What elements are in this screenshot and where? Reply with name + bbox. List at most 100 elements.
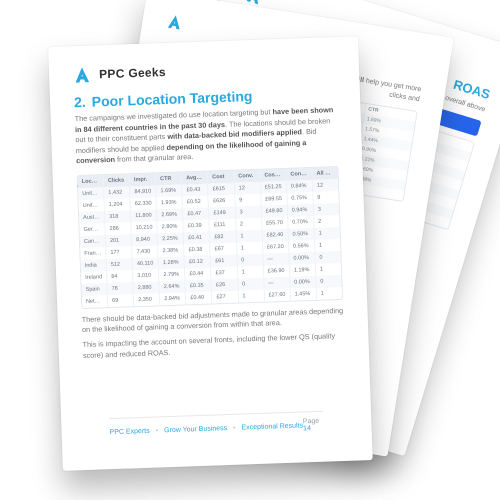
cell: 1 bbox=[314, 227, 339, 240]
cell: £69.55 bbox=[261, 193, 287, 206]
cell: 2.69% bbox=[157, 208, 183, 221]
cell: 0 bbox=[237, 254, 263, 267]
cell: 12 bbox=[313, 179, 338, 192]
cell: 1 bbox=[316, 263, 341, 276]
cell: 10,210 bbox=[131, 221, 157, 234]
cell: £51.25 bbox=[261, 181, 287, 194]
cell: 0.84% bbox=[287, 180, 313, 193]
col-header: Avg. CPC bbox=[182, 171, 208, 184]
page-1: PPC Geeks 2. Poor Location Targeting The… bbox=[48, 36, 373, 471]
cell: £0.41 bbox=[184, 231, 210, 244]
col-header: CTR bbox=[156, 172, 182, 185]
footer-links: PPC Experts • Grow Your Business • Excep… bbox=[109, 422, 303, 436]
cell: 0.00% bbox=[290, 276, 316, 289]
cell: £0.35 bbox=[186, 279, 212, 292]
cell: 2.64% bbox=[160, 280, 186, 293]
cell: £61 bbox=[211, 254, 237, 267]
cell: 1 bbox=[317, 287, 342, 300]
logo-a-icon bbox=[166, 13, 184, 31]
section-number: 2. bbox=[74, 94, 86, 110]
cell: India bbox=[81, 259, 107, 272]
cell: £55.70 bbox=[262, 217, 288, 230]
footer-link[interactable]: PPC Experts bbox=[109, 427, 149, 435]
cell: 2.94% bbox=[160, 292, 186, 305]
cell: £0.39 bbox=[184, 219, 210, 232]
cell: £0.52 bbox=[183, 195, 209, 208]
cell: Canada bbox=[80, 235, 106, 248]
cell: — bbox=[263, 253, 289, 266]
cell: £626 bbox=[209, 195, 235, 208]
brand-name: PPC Geeks bbox=[99, 65, 166, 81]
cell: 12 bbox=[235, 182, 261, 195]
cell: 0.56% bbox=[289, 240, 315, 253]
cell: 512 bbox=[107, 258, 133, 271]
dot-separator: • bbox=[156, 427, 159, 434]
cell: £82 bbox=[210, 231, 236, 244]
cell: 7,430 bbox=[132, 245, 158, 258]
cell: 318 bbox=[105, 210, 131, 223]
cell: 0 bbox=[315, 251, 340, 264]
locations-table-wrap: ? LocationClicksImpr.CTRAvg. CPCCostConv… bbox=[77, 166, 344, 309]
cell: 0.75% bbox=[287, 192, 313, 205]
footer-link[interactable]: Exceptional Results bbox=[241, 422, 303, 431]
cell: 1 bbox=[237, 242, 263, 255]
cell: £67 bbox=[211, 242, 237, 255]
cell: 1.19% bbox=[290, 264, 316, 277]
cell: Germany bbox=[79, 223, 105, 236]
col-header: Location bbox=[78, 175, 104, 188]
cell: £0.38 bbox=[184, 243, 210, 256]
cell: £0.43 bbox=[182, 183, 208, 196]
cell: £149 bbox=[209, 207, 235, 220]
cell: 2.25% bbox=[158, 232, 184, 245]
cell: £0.47 bbox=[183, 207, 209, 220]
locations-table: LocationClicksImpr.CTRAvg. CPCCostConv.C… bbox=[77, 166, 344, 309]
cell: £82.40 bbox=[262, 229, 288, 242]
cell: 1 bbox=[236, 230, 262, 243]
col-header: All conv. bbox=[312, 167, 337, 180]
cell: £615 bbox=[208, 183, 234, 196]
col-header: Impr. bbox=[130, 173, 156, 186]
cell: 286 bbox=[105, 222, 131, 235]
cell: 2,880 bbox=[134, 281, 160, 294]
cell: United States bbox=[78, 199, 104, 212]
cell: 2.79% bbox=[159, 268, 185, 281]
col-header: Cost bbox=[208, 171, 234, 184]
cell: 9 bbox=[313, 191, 338, 204]
cell: — bbox=[264, 277, 290, 290]
cell: 11,800 bbox=[131, 209, 157, 222]
cell: £0.40 bbox=[186, 291, 212, 304]
cell: 84 bbox=[107, 270, 133, 283]
cell: 1,204 bbox=[105, 198, 131, 211]
cell: 2 bbox=[314, 215, 339, 228]
cell: 76 bbox=[107, 282, 133, 295]
cell: Australia bbox=[79, 211, 105, 224]
cell: £49.80 bbox=[261, 205, 287, 218]
col-header: Cost/conv. bbox=[260, 169, 286, 182]
cell: £67.20 bbox=[263, 241, 289, 254]
cell: £26 bbox=[212, 278, 238, 291]
help-badge-icon: ? bbox=[73, 181, 79, 199]
cell: 69 bbox=[108, 294, 134, 307]
cell: 1 bbox=[238, 290, 264, 303]
cell: 177 bbox=[106, 246, 132, 259]
cell: 9 bbox=[235, 194, 261, 207]
cell: Netherlands bbox=[82, 295, 108, 308]
cell: 0.70% bbox=[288, 216, 314, 229]
footer-link[interactable]: Grow Your Business bbox=[164, 425, 227, 434]
page-footer: PPC Experts • Grow Your Business • Excep… bbox=[109, 411, 324, 439]
logo-a-icon bbox=[73, 66, 92, 85]
cell: 2.80% bbox=[158, 220, 184, 233]
cell: £0.44 bbox=[185, 267, 211, 280]
para-impact: This is impacting the account on several… bbox=[82, 331, 345, 361]
cell: 3 bbox=[314, 203, 339, 216]
col-header: Clicks bbox=[104, 174, 130, 187]
cell: £0.12 bbox=[185, 255, 211, 268]
cell: 84,910 bbox=[130, 185, 156, 198]
cell: 0 bbox=[316, 275, 341, 288]
cell: 1.93% bbox=[157, 196, 183, 209]
cell: 1.45% bbox=[290, 288, 316, 301]
cell: £36.90 bbox=[264, 265, 290, 278]
section-title: Poor Location Targeting bbox=[91, 88, 252, 110]
cell: United Kingdom bbox=[78, 187, 104, 200]
cell: 1 bbox=[237, 266, 263, 279]
